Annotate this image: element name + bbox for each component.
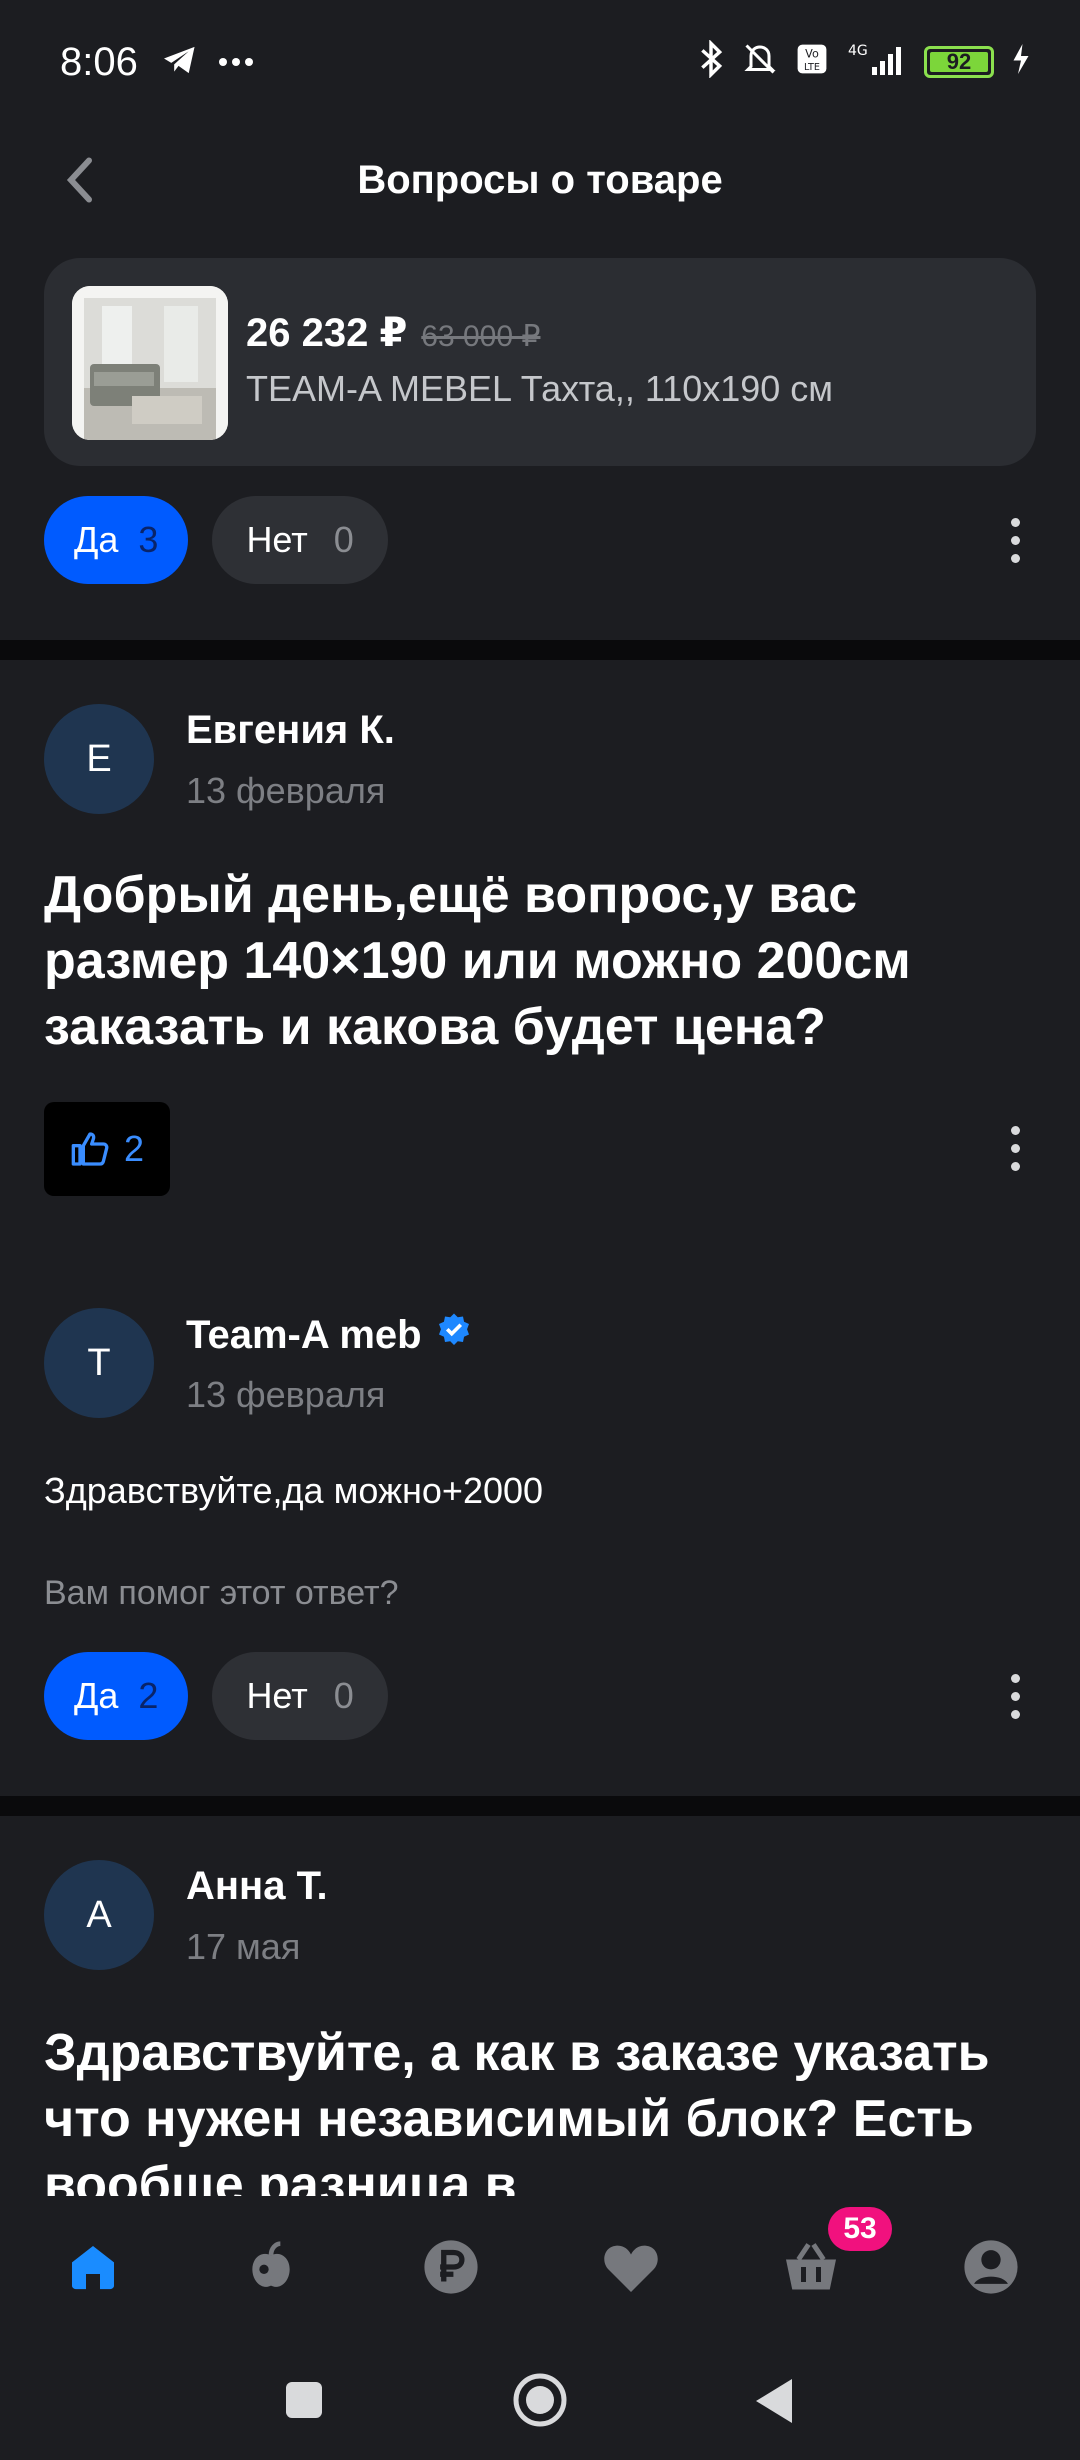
author-name: Анна Т. xyxy=(186,1864,328,1908)
apple-icon xyxy=(252,2241,290,2287)
svg-text:4G: 4G xyxy=(848,43,868,59)
more-notifications-icon xyxy=(218,54,254,72)
mute-bell-icon xyxy=(742,40,778,83)
thumbs-up-icon xyxy=(71,1132,109,1166)
more-options-button[interactable] xyxy=(990,1118,1040,1178)
product-image xyxy=(72,286,228,440)
product-card[interactable]: 26 232 ₽ 63 000 ₽ TEAM-A MEBEL Тахта,, 1… xyxy=(44,258,1036,466)
svg-text:Vo: Vo xyxy=(805,47,819,60)
author-name: Евгения К. xyxy=(186,708,395,752)
system-navigation-bar xyxy=(0,2336,1080,2460)
product-price: 26 232 ₽ xyxy=(246,311,408,355)
answer-vote-row: Да 2 Нет 0 xyxy=(44,1652,388,1740)
profile-icon xyxy=(964,2240,1018,2294)
like-count: 2 xyxy=(123,1128,145,1169)
like-button[interactable]: 2 xyxy=(44,1102,170,1196)
avatar: Е xyxy=(44,704,154,814)
home-icon xyxy=(72,2246,114,2290)
vote-yes-button[interactable]: Да 3 xyxy=(44,496,189,584)
header: Вопросы о товаре xyxy=(0,130,1080,240)
bottom-navigation xyxy=(0,2196,1080,2336)
nav-fresh[interactable] xyxy=(236,2232,306,2302)
vote-yes-button[interactable]: Да 2 xyxy=(44,1652,189,1740)
post-date: 13 февраля xyxy=(186,1374,386,1415)
answer-text: Здравствуйте,да можно+2000 xyxy=(44,1470,544,1511)
status-time: 8:06 xyxy=(60,40,138,84)
cart-basket-icon xyxy=(786,2243,836,2290)
back-nav-button[interactable] xyxy=(752,2376,794,2431)
triangle-back-icon xyxy=(756,2379,792,2423)
divider xyxy=(0,640,1080,660)
avatar: T xyxy=(44,1308,154,1418)
svg-text:LTE: LTE xyxy=(804,62,820,73)
heart-icon xyxy=(604,2245,658,2292)
more-options-button[interactable] xyxy=(990,510,1040,570)
nav-finance[interactable] xyxy=(416,2232,486,2302)
vote-no-button[interactable]: Нет 0 xyxy=(212,496,388,584)
helpful-prompt: Вам помог этот ответ? xyxy=(44,1574,399,1612)
square-icon xyxy=(286,2382,322,2418)
nav-profile[interactable] xyxy=(956,2232,1026,2302)
circle-icon xyxy=(513,2373,567,2427)
previous-answer-vote-row: Да 3 Нет 0 xyxy=(44,496,388,584)
vote-no-button[interactable]: Нет 0 xyxy=(212,1652,388,1740)
verified-badge-icon xyxy=(436,1312,472,1358)
recents-button[interactable] xyxy=(284,2380,324,2425)
avatar: А xyxy=(44,1860,154,1970)
more-options-button[interactable] xyxy=(990,1666,1040,1726)
nav-favorites[interactable] xyxy=(596,2232,666,2302)
divider xyxy=(0,1796,1080,1816)
product-name: TEAM-A MEBEL Тахта,, 110x190 см xyxy=(246,368,834,409)
home-button[interactable] xyxy=(512,2372,568,2433)
volte-icon: Vo LTE xyxy=(796,43,828,80)
post-date: 13 февраля xyxy=(186,770,386,811)
status-bar: 8:06 Vo LTE 4G 92 xyxy=(0,0,1080,130)
author-name: Team-A meb xyxy=(186,1312,472,1358)
telegram-icon xyxy=(162,44,198,81)
question-text: Добрый день,ещё вопрос,у вас размер 140×… xyxy=(44,866,911,1056)
charging-icon xyxy=(1012,44,1030,79)
bluetooth-icon xyxy=(698,39,724,83)
question-text: Здравствуйте, а как в заказе указать что… xyxy=(44,2024,990,2196)
ruble-icon xyxy=(424,2240,478,2294)
product-old-price: 63 000 ₽ xyxy=(421,320,541,353)
nav-home[interactable] xyxy=(58,2232,128,2302)
battery-indicator: 92 xyxy=(924,45,994,78)
page-title: Вопросы о товаре xyxy=(357,158,723,202)
post-date: 17 мая xyxy=(186,1926,301,1967)
cart-count-badge: 53 xyxy=(828,2207,892,2251)
signal-icon: 4G xyxy=(846,41,906,82)
